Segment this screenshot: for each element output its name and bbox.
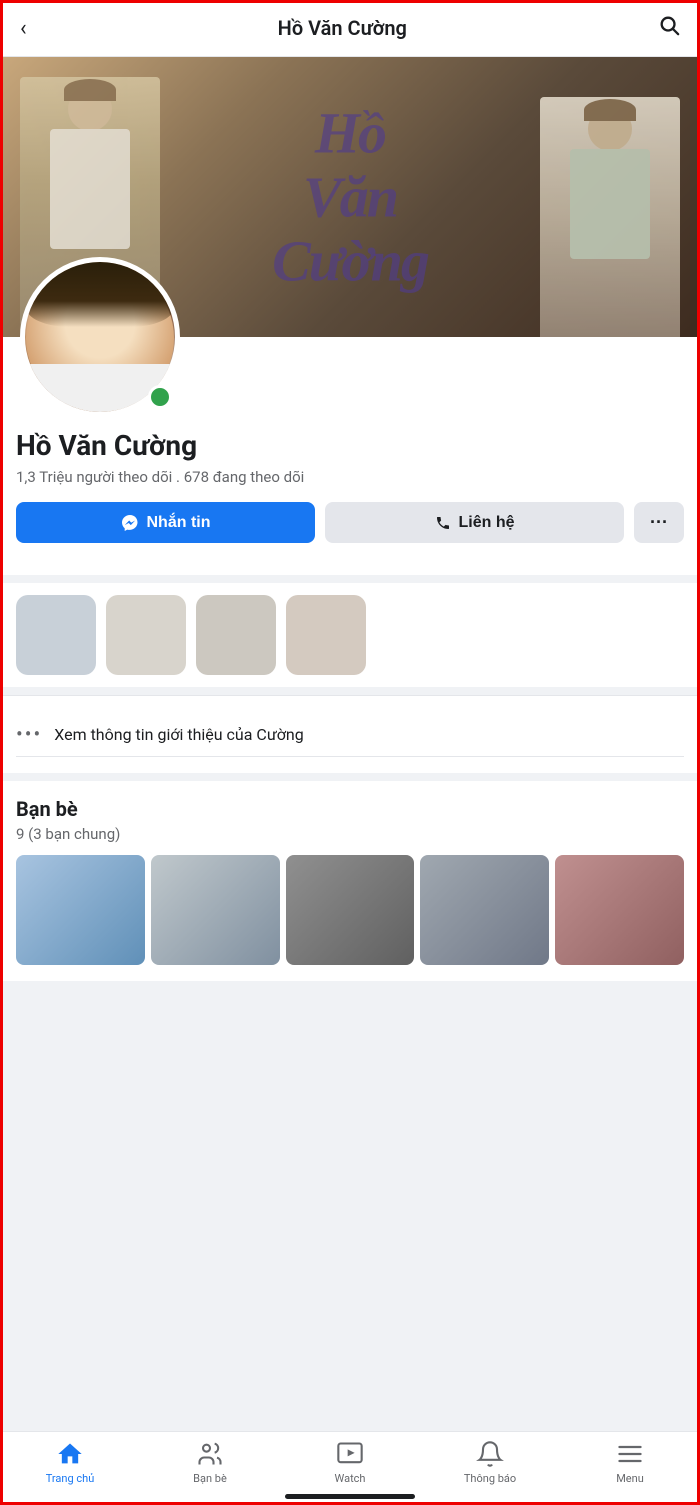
highlights-section — [0, 583, 700, 687]
cover-text-art: Hồ Văn Cường — [272, 101, 428, 292]
friends-section: Bạn bè 9 (3 bạn chung) — [0, 781, 700, 981]
info-section: ••• Xem thông tin giới thiệu của Cường — [0, 695, 700, 773]
bio-info-row[interactable]: ••• Xem thông tin giới thiệu của Cường — [16, 712, 684, 757]
nav-label-home: Trang chủ — [46, 1472, 95, 1485]
action-buttons: Nhắn tin Liên hệ ··· — [0, 502, 700, 559]
nav-label-friends: Bạn bè — [193, 1472, 227, 1485]
highlights-row — [16, 595, 684, 675]
notifications-icon — [476, 1440, 504, 1468]
page-wrapper: ‹ Hồ Văn Cường Hồ V — [0, 0, 700, 1505]
profile-followers: 1,3 Triệu người theo dõi . 678 đang theo… — [16, 468, 684, 486]
nav-item-friends[interactable]: Bạn bè — [180, 1440, 240, 1485]
cover-figure-right — [540, 97, 680, 337]
friend-thumbnail[interactable] — [151, 855, 280, 965]
profile-info: Hồ Văn Cường 1,3 Triệu người theo dõi . … — [0, 417, 700, 486]
friend-thumbnail[interactable] — [420, 855, 549, 965]
home-indicator — [285, 1494, 415, 1499]
dots-icon: ••• — [16, 722, 42, 746]
contact-button[interactable]: Liên hệ — [325, 502, 624, 543]
nav-item-watch[interactable]: Watch — [320, 1440, 380, 1485]
friends-count: 9 (3 bạn chung) — [16, 825, 684, 843]
phone-icon — [435, 515, 451, 531]
profile-name: Hồ Văn Cường — [16, 429, 684, 462]
friend-thumbnail[interactable] — [16, 855, 145, 965]
message-button-label: Nhắn tin — [147, 514, 211, 532]
nav-item-notifications[interactable]: Thông báo — [460, 1440, 520, 1485]
avatar-container — [20, 257, 180, 417]
highlight-item[interactable] — [286, 595, 366, 675]
nav-item-home[interactable]: Trang chủ — [40, 1440, 100, 1485]
nav-label-watch: Watch — [335, 1472, 366, 1485]
highlight-item[interactable] — [16, 595, 96, 675]
highlight-item[interactable] — [106, 595, 186, 675]
nav-item-menu[interactable]: Menu — [600, 1440, 660, 1485]
nav-label-notifications: Thông báo — [464, 1472, 516, 1485]
message-button[interactable]: Nhắn tin — [16, 502, 315, 543]
menu-icon — [616, 1440, 644, 1468]
search-button[interactable] — [658, 14, 680, 42]
home-icon — [56, 1440, 84, 1468]
contact-button-label: Liên hệ — [459, 514, 515, 532]
page-title: Hồ Văn Cường — [278, 16, 407, 40]
online-status-dot — [148, 385, 172, 409]
friend-thumbnail[interactable] — [555, 855, 684, 965]
more-button[interactable]: ··· — [634, 502, 684, 543]
bio-link-text: Xem thông tin giới thiệu của Cường — [54, 725, 303, 744]
back-button[interactable]: ‹ — [20, 16, 27, 41]
highlight-item[interactable] — [196, 595, 276, 675]
watch-icon — [336, 1440, 364, 1468]
top-nav: ‹ Hồ Văn Cường — [0, 0, 700, 57]
nav-label-menu: Menu — [616, 1472, 644, 1485]
section-divider-1 — [0, 575, 700, 583]
messenger-icon — [121, 514, 139, 532]
friends-grid — [16, 855, 684, 965]
friend-thumbnail[interactable] — [286, 855, 415, 965]
friends-icon — [196, 1440, 224, 1468]
more-icon: ··· — [650, 512, 668, 533]
friends-header: Bạn bè — [16, 797, 684, 821]
